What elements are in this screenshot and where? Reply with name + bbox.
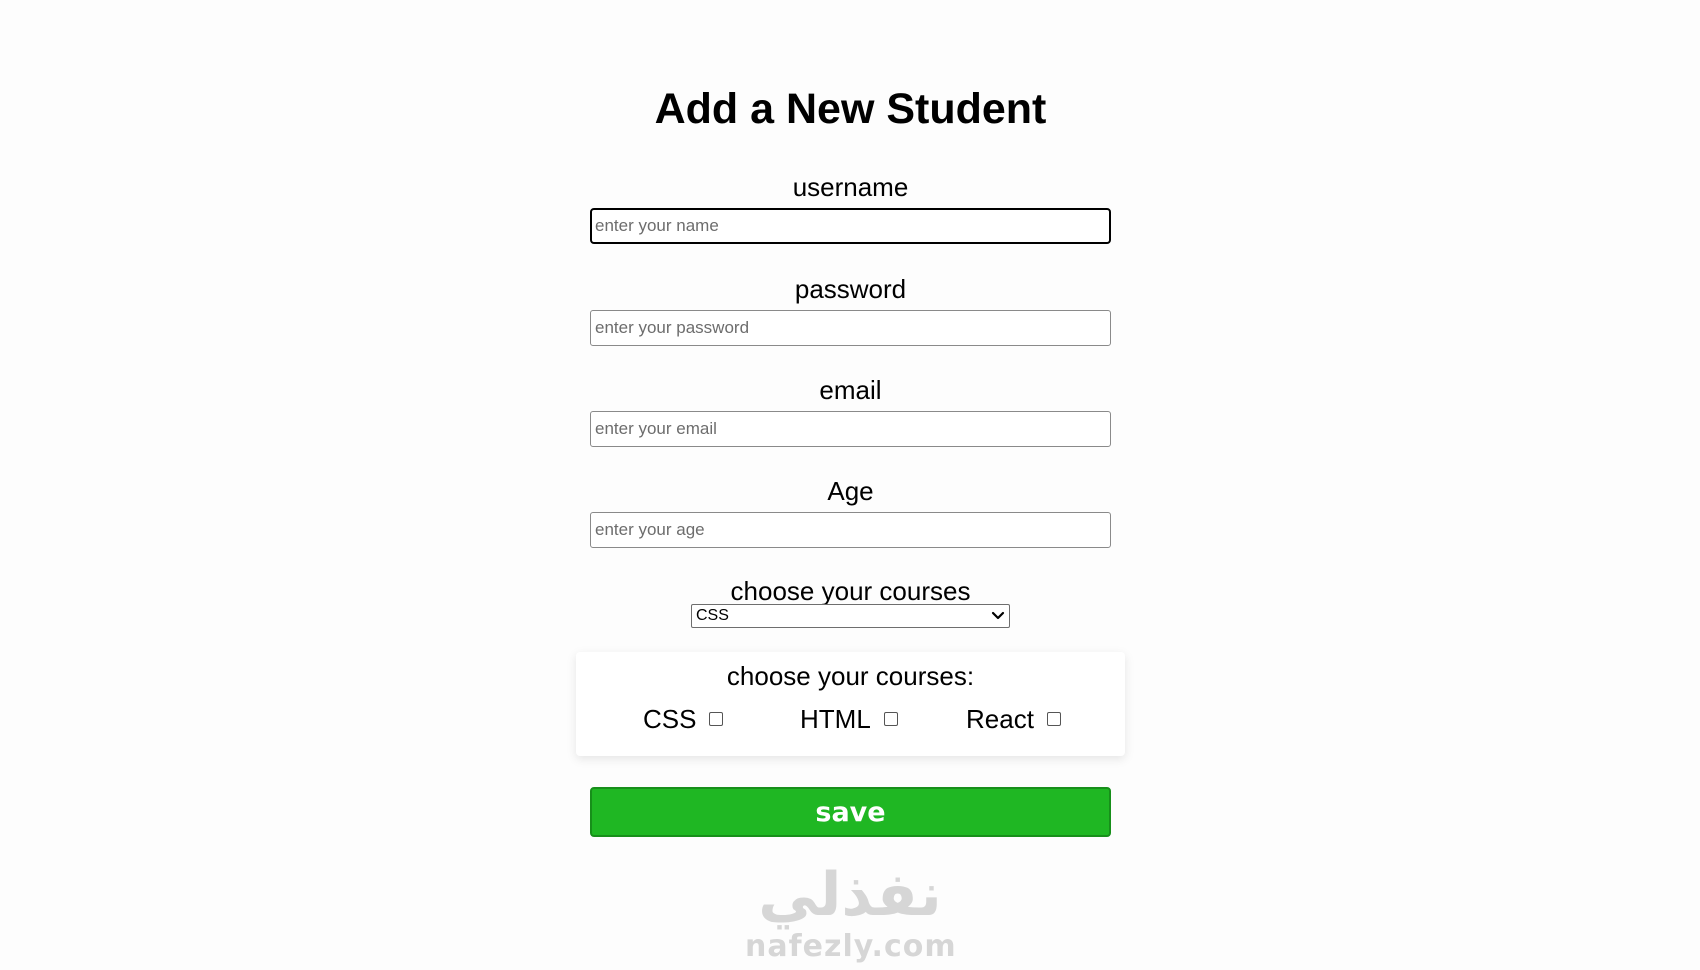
- course-option-label: HTML: [800, 704, 871, 734]
- course-option-html[interactable]: HTML: [800, 703, 898, 735]
- checkbox-group-title: choose your courses:: [726, 661, 975, 691]
- course-option-css[interactable]: CSS: [643, 703, 724, 735]
- course-select-value: CSS: [696, 607, 729, 624]
- course-option-label: CSS: [643, 704, 697, 734]
- watermark-latin-text: nafezly.com: [745, 929, 957, 964]
- watermark-arabic-text: نفذلي: [758, 860, 942, 930]
- course-option-react[interactable]: React: [966, 703, 1061, 735]
- email-input[interactable]: [590, 411, 1111, 447]
- page: Add a New Student username password emai…: [0, 0, 1700, 970]
- save-button[interactable]: save: [590, 787, 1111, 837]
- react-checkbox[interactable]: [1046, 712, 1061, 726]
- course-checkbox-group: choose your courses: CSS HTML React: [576, 652, 1125, 756]
- username-label: username: [792, 172, 909, 202]
- course-option-label: React: [966, 704, 1034, 734]
- age-input[interactable]: [590, 512, 1111, 548]
- username-input[interactable]: [590, 208, 1111, 244]
- email-label: email: [819, 375, 882, 405]
- password-label: password: [794, 274, 907, 304]
- age-label: Age: [827, 476, 874, 506]
- watermark-logo: نفذلي nafezly.com: [745, 860, 957, 970]
- css-checkbox[interactable]: [709, 712, 724, 726]
- password-input[interactable]: [590, 310, 1111, 346]
- course-select[interactable]: CSS: [691, 604, 1010, 628]
- html-checkbox[interactable]: [883, 712, 898, 726]
- page-title: Add a New Student: [654, 85, 1047, 133]
- course-select-label: choose your courses: [730, 576, 971, 606]
- chevron-down-icon: [987, 605, 1009, 627]
